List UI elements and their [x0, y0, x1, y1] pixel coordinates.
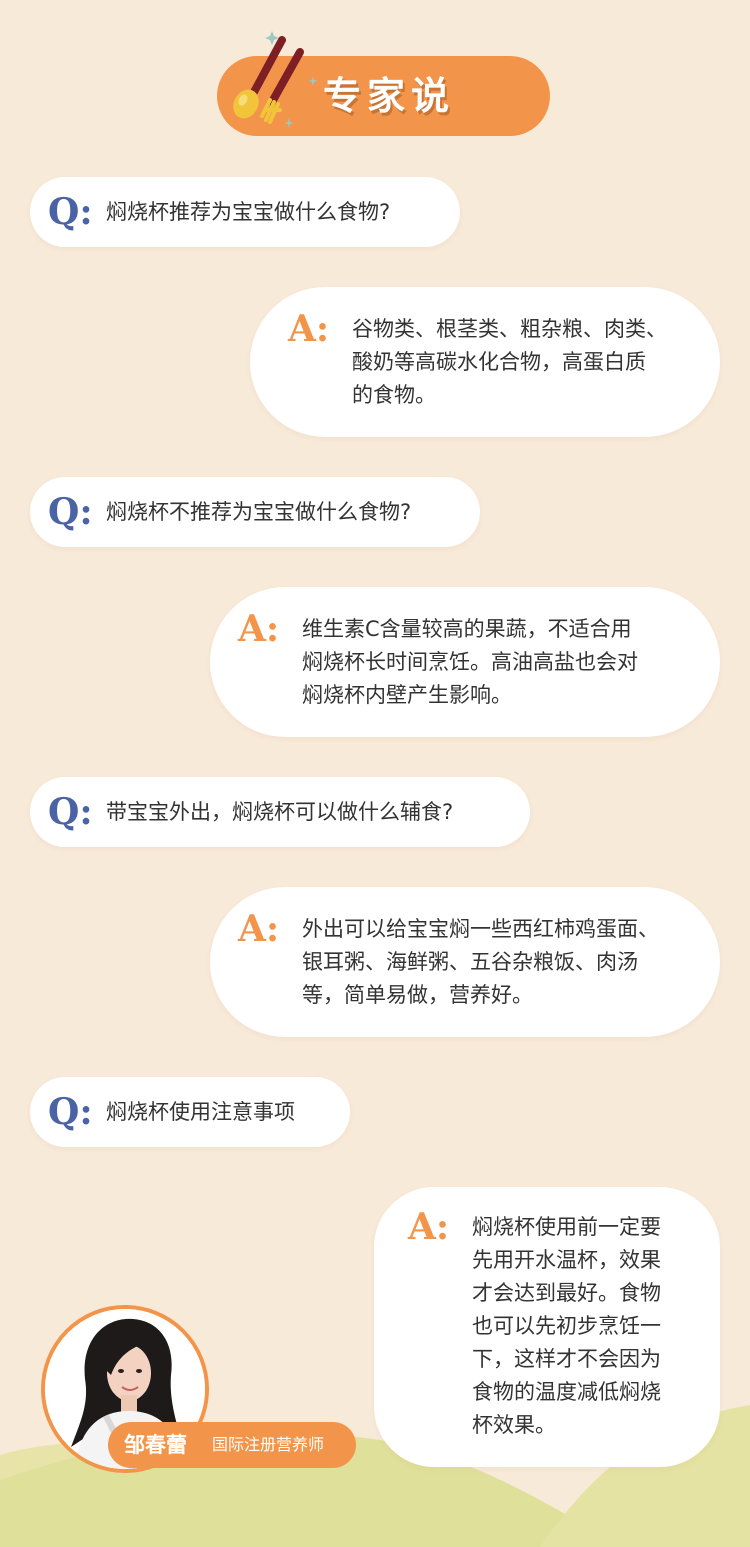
q-mark: Q: [48, 491, 93, 533]
question-bubble-2: Q: 焖烧杯不推荐为宝宝做什么食物? [30, 477, 480, 547]
expert-name-badge: 邹春蕾 国际注册营养师 [108, 1422, 356, 1468]
answer-bubble-1: A: 谷物类、根茎类、粗杂粮、肉类、 酸奶等高碳水化合物，高蛋白质 的食物。 [250, 287, 720, 437]
question-bubble-1: Q: 焖烧杯推荐为宝宝做什么食物? [30, 177, 460, 247]
a-mark: A: [238, 608, 280, 650]
q-mark: Q: [48, 791, 93, 833]
answer-text: 谷物类、根茎类、粗杂粮、肉类、 酸奶等高碳水化合物，高蛋白质 的食物。 [352, 317, 667, 407]
expert-name: 邹春蕾 [124, 1433, 187, 1457]
answer-text: 维生素C含量较高的果蔬，不适合用 焖烧杯长时间烹饪。高油高盐也会对 焖烧杯内壁产… [302, 617, 638, 707]
q-mark: Q: [48, 1091, 93, 1133]
question-text: 焖烧杯使用注意事项 [106, 1100, 295, 1124]
answer-text: 焖烧杯使用前一定要 先用开水温杯，效果 才会达到最好。食物 也可以先初步烹饪一 … [472, 1215, 661, 1437]
a-mark: A: [408, 1206, 450, 1248]
q-mark: Q: [48, 191, 93, 233]
question-text: 带宝宝外出，焖烧杯可以做什么辅食? [106, 800, 454, 824]
question-bubble-4: Q: 焖烧杯使用注意事项 [30, 1077, 350, 1147]
answer-bubble-3: A: 外出可以给宝宝焖一些西红柿鸡蛋面、 银耳粥、海鲜粥、五谷杂粮饭、肉汤 等，… [210, 887, 720, 1037]
expert-title: 国际注册营养师 [212, 1435, 325, 1454]
header-title: 专家说 [323, 74, 456, 118]
a-mark: A: [238, 908, 280, 950]
question-text: 焖烧杯不推荐为宝宝做什么食物? [106, 500, 412, 524]
question-text: 焖烧杯推荐为宝宝做什么食物? [106, 200, 391, 224]
spoon-fork-icon [233, 31, 318, 128]
answer-text: 外出可以给宝宝焖一些西红柿鸡蛋面、 银耳粥、海鲜粥、五谷杂粮饭、肉汤 等，简单易… [302, 917, 659, 1007]
question-bubble-3: Q: 带宝宝外出，焖烧杯可以做什么辅食? [30, 777, 530, 847]
a-mark: A: [288, 308, 330, 350]
answer-bubble-2: A: 维生素C含量较高的果蔬，不适合用 焖烧杯长时间烹饪。高油高盐也会对 焖烧杯… [210, 587, 720, 737]
answer-bubble-4: A: 焖烧杯使用前一定要 先用开水温杯，效果 才会达到最好。食物 也可以先初步烹… [374, 1187, 720, 1467]
